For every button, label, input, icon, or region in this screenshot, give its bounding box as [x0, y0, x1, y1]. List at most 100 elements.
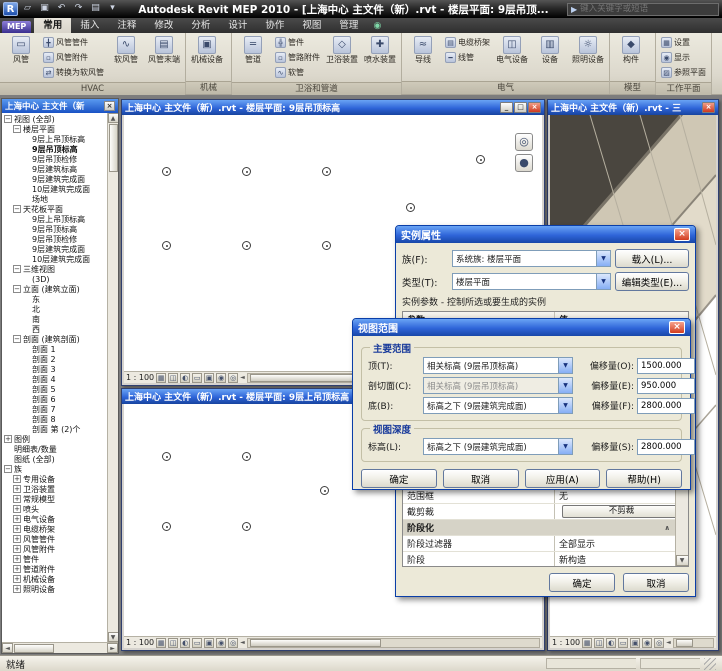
type-combobox[interactable]: 楼层平面 ▼ [452, 273, 611, 290]
ribbon-tab-设计[interactable]: 设计 [219, 16, 256, 33]
tree-item[interactable]: +电缆桥架 [2, 524, 107, 534]
search-go-icon[interactable]: ▶ [571, 5, 577, 14]
ribbon-panel-label[interactable]: 机械 [186, 81, 231, 94]
expand-icon[interactable]: + [13, 475, 21, 483]
show-crop-icon[interactable]: ▣ [204, 638, 214, 648]
tree-item[interactable]: 9层建筑完成面 [2, 174, 107, 184]
expand-icon[interactable]: + [13, 495, 21, 503]
horizontal-scrollbar[interactable] [673, 638, 714, 648]
chevron-down-icon[interactable]: ▼ [558, 439, 572, 454]
tree-item[interactable]: 南 [2, 314, 107, 324]
tree-item[interactable]: 剖面 3 [2, 364, 107, 374]
window-titlebar[interactable]: 上海中心 主文件（新）.rvt - 楼层平面: 9层吊顶标高 _ □ × [122, 100, 544, 115]
crop-region-icon[interactable]: ▭ [618, 638, 628, 648]
ribbon-tab-插入[interactable]: 插入 [71, 16, 108, 33]
expand-icon[interactable]: + [13, 565, 21, 573]
temporary-hide-icon[interactable]: ◉ [216, 373, 226, 383]
tree-item[interactable]: 10层建筑完成面 [2, 254, 107, 264]
ribbon-button[interactable]: ∿软管 [273, 65, 322, 80]
tree-item[interactable]: (3D) [2, 274, 107, 284]
crop-region-icon[interactable]: ▭ [192, 638, 202, 648]
window-titlebar[interactable]: 上海中心 主文件（新）.rvt - 三 × [548, 100, 718, 115]
ribbon-button[interactable]: ▤风管末端 [146, 35, 182, 64]
tree-item[interactable]: 10层建筑完成面 [2, 184, 107, 194]
chevron-down-icon[interactable]: ▼ [596, 251, 610, 266]
ribbon-button[interactable]: ▤电缆桥架 [443, 35, 492, 50]
tree-item[interactable]: +电气设备 [2, 514, 107, 524]
model-graphics-icon[interactable]: ◫ [168, 373, 178, 383]
model-graphics-icon[interactable]: ◫ [168, 638, 178, 648]
bottom-offset-input[interactable] [637, 398, 695, 414]
chevron-down-icon[interactable]: ▼ [558, 358, 572, 373]
tree-item[interactable]: +风管管件 [2, 534, 107, 544]
search-input[interactable] [580, 4, 715, 14]
shadows-icon[interactable]: ◐ [180, 373, 190, 383]
ribbon-button[interactable]: ▫风管附件 [41, 50, 106, 65]
expand-icon[interactable]: + [13, 525, 21, 533]
tree-item[interactable]: 9层吊顶检修 [2, 234, 107, 244]
tree-item[interactable]: 东 [2, 294, 107, 304]
ribbon-button[interactable]: ▣机械设备 [189, 35, 225, 64]
param-value[interactable]: 全部显示 [555, 536, 688, 551]
collapse-icon[interactable]: − [13, 335, 21, 343]
ribbon-button[interactable]: ◉显示 [659, 50, 708, 65]
ribbon-panel-label[interactable]: 电气 [402, 81, 609, 94]
scroll-left-icon[interactable]: ◄ [240, 639, 245, 646]
param-row[interactable]: 阶段新构造 [403, 552, 688, 567]
expand-icon[interactable]: + [4, 435, 12, 443]
detail-level-icon[interactable]: ▦ [156, 373, 166, 383]
tree-item[interactable]: 剖面 4 [2, 374, 107, 384]
horizontal-scrollbar[interactable] [247, 638, 540, 648]
close-icon[interactable]: × [528, 102, 541, 113]
model-graphics-icon[interactable]: ◫ [594, 638, 604, 648]
ok-button[interactable]: 确定 [361, 469, 437, 488]
maximize-icon[interactable]: □ [514, 102, 527, 113]
tree-item[interactable]: +风管附件 [2, 544, 107, 554]
ribbon-button[interactable]: ╬管件 [273, 35, 322, 50]
tree-item[interactable]: 剖面 7 [2, 404, 107, 414]
chevron-down-icon[interactable]: ▼ [596, 274, 610, 289]
reveal-hidden-icon[interactable]: ◎ [228, 373, 238, 383]
scroll-up-icon[interactable]: ▲ [108, 113, 119, 123]
view-scale-label[interactable]: 1 : 100 [126, 373, 154, 382]
revit-logo[interactable]: R [3, 2, 18, 16]
tree-item[interactable]: +机械设备 [2, 574, 107, 584]
dialog-titlebar[interactable]: 实例属性 × [396, 226, 695, 243]
tree-item[interactable]: +管道附件 [2, 564, 107, 574]
edit-type-button[interactable]: 编辑类型(E)... [615, 272, 689, 291]
temporary-hide-icon[interactable]: ◉ [642, 638, 652, 648]
expand-icon[interactable]: + [13, 585, 21, 593]
tree-item[interactable]: +常规模型 [2, 494, 107, 504]
tree-item[interactable]: 9层建筑标高 [2, 164, 107, 174]
param-value[interactable]: 新构造 [555, 552, 688, 567]
steering-wheel-icon[interactable]: ◎ [515, 133, 533, 151]
redo-icon[interactable]: ↷ [71, 2, 86, 16]
ribbon-button[interactable]: ✚喷水装置 [362, 35, 398, 64]
expand-icon[interactable]: + [13, 575, 21, 583]
ribbon-button[interactable]: ▦设置 [659, 35, 708, 50]
tree-item[interactable]: +照明设备 [2, 584, 107, 594]
ribbon-button[interactable]: ▫管路附件 [273, 50, 322, 65]
tree-item[interactable]: −三维视图 [2, 264, 107, 274]
expand-icon[interactable]: + [13, 545, 21, 553]
save-icon[interactable]: ▣ [37, 2, 52, 16]
top-combobox[interactable]: 相关标高 (9层吊顶标高) ▼ [423, 357, 573, 374]
ribbon-panel-label[interactable]: HVAC [0, 82, 185, 95]
scroll-down-icon[interactable]: ▼ [676, 555, 689, 566]
ribbon-button[interactable]: ☼照明设备 [570, 35, 606, 64]
tree-item[interactable]: 剖面 8 [2, 414, 107, 424]
tree-item[interactable]: −楼层平面 [2, 124, 107, 134]
level-offset-input[interactable] [637, 439, 695, 455]
tree-item[interactable]: 场地 [2, 194, 107, 204]
collapse-icon[interactable]: − [13, 265, 21, 273]
help-search-box[interactable]: ▶ [567, 3, 719, 16]
view-scale-label[interactable]: 1 : 100 [126, 638, 154, 647]
minimize-icon[interactable]: _ [500, 102, 513, 113]
cancel-button[interactable]: 取消 [623, 573, 689, 592]
collapse-arrow-icon[interactable]: ∧ [664, 524, 670, 532]
level-combobox[interactable]: 标高之下 (9层建筑完成面) ▼ [423, 438, 573, 455]
tree-item[interactable]: +图例 [2, 434, 107, 444]
ribbon-button[interactable]: ╋风管管件 [41, 35, 106, 50]
zoom-icon[interactable]: ● [515, 154, 533, 172]
resize-grip-icon[interactable] [704, 658, 716, 670]
